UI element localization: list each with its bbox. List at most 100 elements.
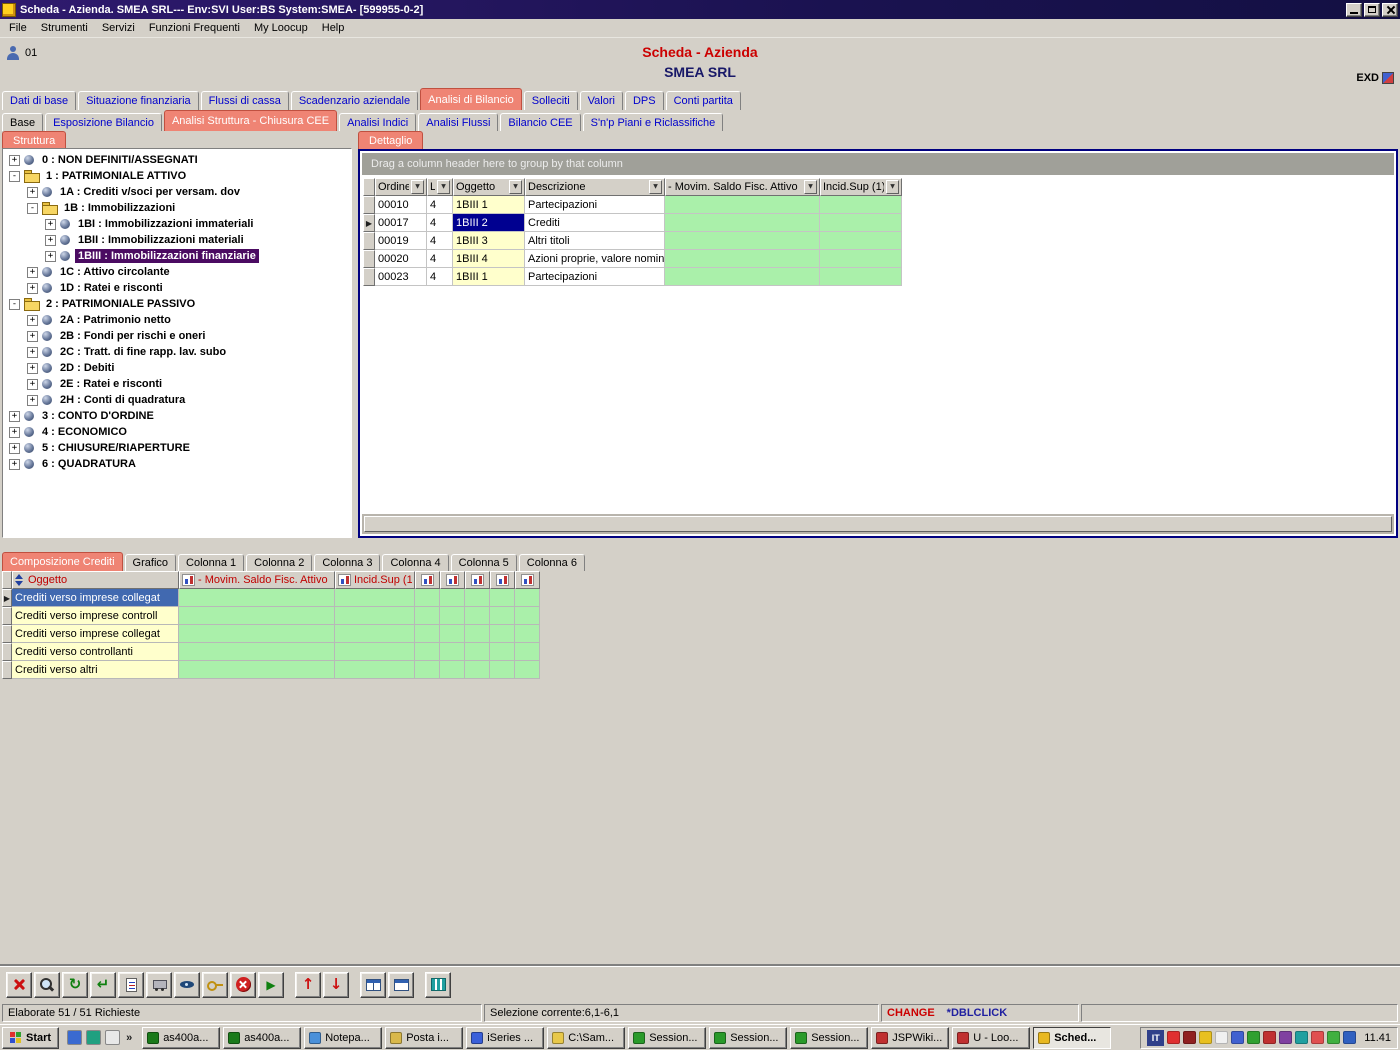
cell-extra[interactable]: [440, 625, 465, 643]
cell-oggetto[interactable]: 1BIII 4: [453, 250, 525, 268]
cell-value[interactable]: [179, 643, 335, 661]
tree-item-2[interactable]: -2 : PATRIMONIALE PASSIVO: [3, 296, 351, 312]
close-button[interactable]: [1382, 3, 1398, 17]
group-by-bar[interactable]: Drag a column header here to group by th…: [362, 153, 1394, 175]
cell-extra[interactable]: [465, 607, 490, 625]
tab-colonna-6[interactable]: Colonna 6: [519, 554, 585, 571]
cell-movim[interactable]: [665, 250, 820, 268]
cell-extra[interactable]: [415, 607, 440, 625]
column-header-extra[interactable]: [490, 571, 515, 589]
cell-value[interactable]: [335, 643, 415, 661]
task-session[interactable]: Session...: [790, 1027, 868, 1049]
cell-extra[interactable]: [490, 661, 515, 679]
tray-icon[interactable]: [1167, 1031, 1180, 1044]
cell-extra[interactable]: [465, 661, 490, 679]
cell-movim[interactable]: [665, 214, 820, 232]
scrollbar-thumb[interactable]: [364, 516, 1392, 532]
chevron-right-icon[interactable]: »: [124, 1032, 134, 1044]
cell-extra[interactable]: [490, 589, 515, 607]
expand-icon[interactable]: +: [9, 155, 20, 166]
tray-icon[interactable]: [1231, 1031, 1244, 1044]
cell-lv[interactable]: 4: [427, 196, 453, 214]
tree-item-2d[interactable]: +2D : Debiti: [3, 360, 351, 376]
column-header-extra[interactable]: [515, 571, 540, 589]
delete-button[interactable]: [6, 972, 32, 998]
cell-incid[interactable]: [820, 214, 902, 232]
expand-icon[interactable]: +: [27, 331, 38, 342]
expand-icon[interactable]: +: [9, 459, 20, 470]
column-header-ordine[interactable]: Ordine▼: [375, 178, 427, 196]
tree-item-3[interactable]: +3 : CONTO D'ORDINE: [3, 408, 351, 424]
tab-s-n-p-piani-e-riclassifiche[interactable]: S'n'p Piani e Riclassifiche: [583, 113, 724, 131]
cell-extra[interactable]: [515, 625, 540, 643]
tree-item-2h[interactable]: +2H : Conti di quadratura: [3, 392, 351, 408]
minimize-button[interactable]: [1346, 3, 1362, 17]
detail-row[interactable]: 0002041BIII 4Azioni proprie, valore nomi…: [363, 250, 902, 268]
cell-descrizione[interactable]: Azioni proprie, valore nomin.: [525, 250, 665, 268]
stop-button[interactable]: [230, 972, 256, 998]
task-sched[interactable]: Sched...: [1033, 1027, 1111, 1049]
cell-value[interactable]: [179, 589, 335, 607]
tab-colonna-3[interactable]: Colonna 3: [314, 554, 380, 571]
cell-extra[interactable]: [440, 607, 465, 625]
cell-lv[interactable]: 4: [427, 232, 453, 250]
tab-analisi-indici[interactable]: Analisi Indici: [339, 113, 416, 131]
column-header-lv[interactable]: Lv▼: [427, 178, 453, 196]
detail-row[interactable]: ▶0001741BIII 2Crediti: [363, 214, 902, 232]
tree-item-1bii[interactable]: +1BII : Immobilizzazioni materiali: [3, 232, 351, 248]
restore-button[interactable]: [1364, 3, 1380, 17]
task-session[interactable]: Session...: [709, 1027, 787, 1049]
cell-ordine[interactable]: 00019: [375, 232, 427, 250]
cell-incid[interactable]: [820, 232, 902, 250]
cell-extra[interactable]: [440, 643, 465, 661]
cell-extra[interactable]: [515, 607, 540, 625]
tree-item-2c[interactable]: +2C : Tratt. di fine rapp. lav. subo: [3, 344, 351, 360]
column-header-oggetto[interactable]: Oggetto: [12, 571, 179, 589]
expand-icon[interactable]: +: [27, 187, 38, 198]
tab-analisi-flussi[interactable]: Analisi Flussi: [418, 113, 498, 131]
tab-valori[interactable]: Valori: [580, 91, 623, 110]
tree-item-2a[interactable]: +2A : Patrimonio netto: [3, 312, 351, 328]
cell-value[interactable]: [179, 607, 335, 625]
cell-descrizione[interactable]: Altri titoli: [525, 232, 665, 250]
cell-value[interactable]: [179, 661, 335, 679]
expand-icon[interactable]: +: [27, 315, 38, 326]
expand-icon[interactable]: +: [27, 347, 38, 358]
cell-extra[interactable]: [440, 661, 465, 679]
column-header-incid-sup-1[interactable]: Incid.Sup (1)▼: [820, 178, 902, 196]
cell-ordine[interactable]: 00017: [375, 214, 427, 232]
collapse-icon[interactable]: -: [9, 171, 20, 182]
expand-icon[interactable]: +: [9, 411, 20, 422]
tree-item-5[interactable]: +5 : CHIUSURE/RIAPERTURE: [3, 440, 351, 456]
tree-item-1c[interactable]: +1C : Attivo circolante: [3, 264, 351, 280]
cell-oggetto[interactable]: Crediti verso controllanti: [12, 643, 179, 661]
tab-colonna-4[interactable]: Colonna 4: [382, 554, 448, 571]
menu-my-loocup[interactable]: My Loocup: [247, 20, 315, 36]
filter-dropdown-icon[interactable]: ▼: [649, 180, 662, 194]
cell-extra[interactable]: [490, 625, 515, 643]
tab-analisi-struttura-chiusura-cee[interactable]: Analisi Struttura - Chiusura CEE: [164, 110, 337, 131]
task-u-loo[interactable]: U - Loo...: [952, 1027, 1030, 1049]
cell-value[interactable]: [335, 661, 415, 679]
expand-icon[interactable]: +: [45, 219, 56, 230]
window-split-button[interactable]: [360, 972, 386, 998]
expand-icon[interactable]: +: [9, 443, 20, 454]
run-button[interactable]: ▶: [258, 972, 284, 998]
filter-dropdown-icon[interactable]: ▼: [437, 180, 450, 194]
detail-row[interactable]: 0002341BIII 1Partecipazioni: [363, 268, 902, 286]
composition-row[interactable]: ▶Crediti verso imprese collegat: [2, 589, 540, 607]
column-header-oggetto[interactable]: Oggetto▼: [453, 178, 525, 196]
tree-item-2e[interactable]: +2E : Ratei e risconti: [3, 376, 351, 392]
expand-icon[interactable]: +: [27, 363, 38, 374]
tray-icon[interactable]: [1327, 1031, 1340, 1044]
tab-colonna-1[interactable]: Colonna 1: [178, 554, 244, 571]
cell-descrizione[interactable]: Crediti: [525, 214, 665, 232]
cell-extra[interactable]: [415, 661, 440, 679]
cell-value[interactable]: [335, 625, 415, 643]
tree-item-1[interactable]: -1 : PATRIMONIALE ATTIVO: [3, 168, 351, 184]
cell-incid[interactable]: [820, 268, 902, 286]
arrow-down-button[interactable]: ↓: [323, 972, 349, 998]
cell-lv[interactable]: 4: [427, 250, 453, 268]
tab-composizione-crediti[interactable]: Composizione Crediti: [2, 552, 123, 571]
filter-dropdown-icon[interactable]: ▼: [411, 180, 424, 194]
